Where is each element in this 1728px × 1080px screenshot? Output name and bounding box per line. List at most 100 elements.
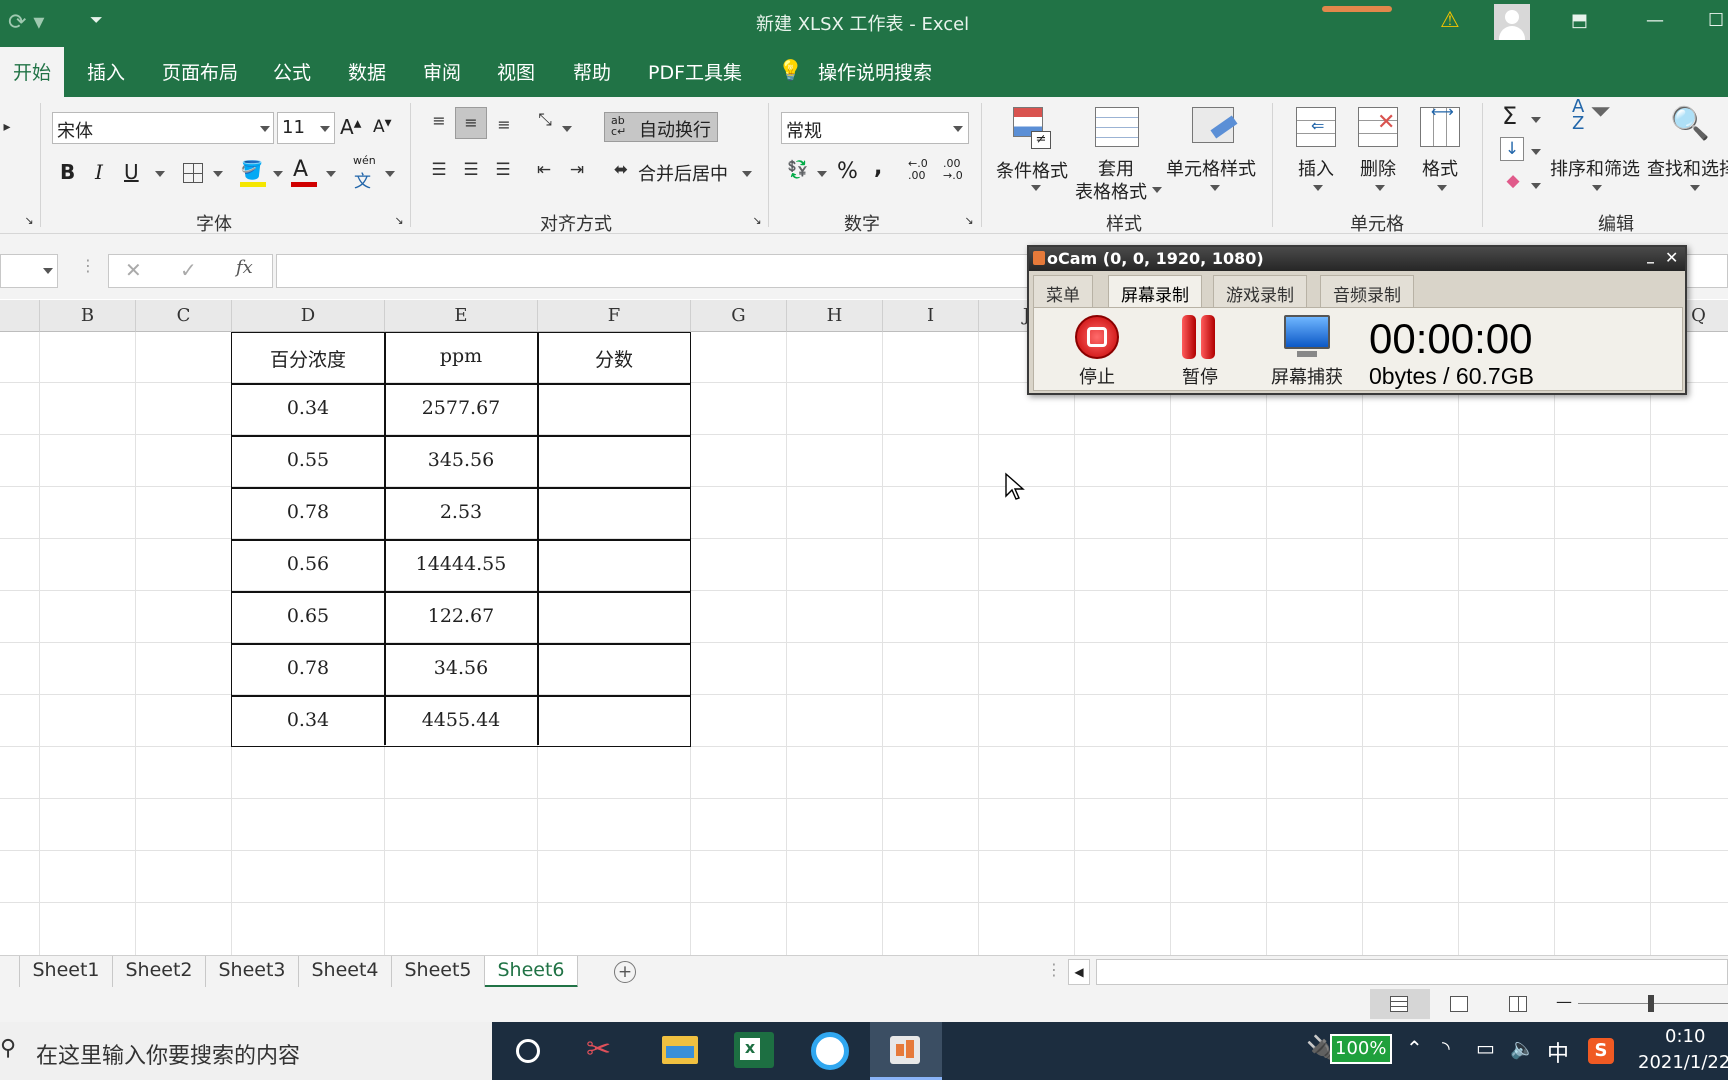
tab-view[interactable]: 视图 bbox=[497, 58, 535, 85]
ocam-tab-menu[interactable]: 菜单 bbox=[1033, 275, 1093, 307]
col-header-d[interactable]: D bbox=[232, 300, 385, 332]
col-header-f[interactable]: F bbox=[538, 300, 691, 332]
sheet-tab-4[interactable]: Sheet4 bbox=[299, 956, 392, 988]
cell-d-2[interactable]: 0.78 bbox=[232, 501, 384, 523]
ocam-window[interactable]: oCam (0, 0, 1920, 1080) _ ✕ 菜单 屏幕录制 游戏录制… bbox=[1027, 245, 1687, 395]
cell-e-5[interactable]: 34.56 bbox=[385, 657, 537, 679]
conditional-format-icon[interactable]: ≠ bbox=[1013, 107, 1053, 151]
customize-qat-icon[interactable]: ⏷ bbox=[90, 10, 103, 30]
ocam-close-icon[interactable]: ✕ bbox=[1665, 248, 1678, 267]
sheet-tab-5[interactable]: Sheet5 bbox=[392, 956, 485, 988]
sheet-tab-6[interactable]: Sheet6 bbox=[485, 956, 578, 988]
ribbon-display-icon[interactable]: ⬒ bbox=[1571, 10, 1588, 31]
add-sheet-icon[interactable]: + bbox=[614, 961, 636, 983]
battery-indicator[interactable]: 100% bbox=[1330, 1034, 1392, 1064]
accounting-format-icon[interactable]: 💱 bbox=[785, 159, 811, 181]
font-color-icon[interactable]: A bbox=[293, 157, 308, 182]
col-header-b[interactable]: B bbox=[40, 300, 136, 332]
battery-icon[interactable]: ▭ bbox=[1476, 1036, 1495, 1060]
align-right-icon[interactable]: ☰ bbox=[491, 159, 515, 181]
header-percent[interactable]: 百分浓度 bbox=[232, 345, 384, 372]
zoom-out-icon[interactable]: — bbox=[1556, 992, 1572, 1011]
format-cells-button[interactable]: 格式 bbox=[1422, 155, 1458, 181]
sheet-tab-3[interactable]: Sheet3 bbox=[206, 956, 299, 988]
cell-d-4[interactable]: 0.65 bbox=[232, 605, 384, 627]
ime-indicator[interactable]: 中 bbox=[1547, 1036, 1569, 1068]
tab-formulas[interactable]: 公式 bbox=[273, 58, 311, 85]
tab-home[interactable]: 开始 bbox=[0, 47, 65, 97]
ocam-taskbar-item[interactable] bbox=[870, 1022, 942, 1080]
restore-icon[interactable]: ☐ bbox=[1708, 10, 1724, 31]
delete-cells-button[interactable]: 删除 bbox=[1360, 155, 1396, 181]
decrease-indent-icon[interactable]: ⇤ bbox=[532, 159, 556, 181]
zoom-slider-thumb[interactable] bbox=[1648, 995, 1654, 1012]
increase-indent-icon[interactable]: ⇥ bbox=[565, 159, 589, 181]
page-break-view-icon[interactable] bbox=[1509, 996, 1527, 1012]
clipboard-icon[interactable]: ▸ bbox=[0, 117, 14, 137]
minimize-icon[interactable]: — bbox=[1646, 10, 1664, 31]
tab-insert[interactable]: 插入 bbox=[87, 58, 125, 85]
ocam-minimize-icon[interactable]: _ bbox=[1647, 248, 1654, 264]
page-layout-view-icon[interactable] bbox=[1450, 996, 1468, 1012]
tab-help[interactable]: 帮助 bbox=[573, 58, 611, 85]
wrap-text-button[interactable]: ab c↵ 自动换行 bbox=[604, 112, 718, 142]
grow-font-icon[interactable]: A▲ bbox=[340, 115, 361, 139]
insert-function-icon[interactable]: fx bbox=[236, 257, 253, 278]
scroll-left-icon[interactable]: ◀ bbox=[1068, 959, 1090, 985]
header-ppm[interactable]: ppm bbox=[385, 345, 537, 367]
ocam-capture-button[interactable]: 屏幕捕获 bbox=[1271, 363, 1343, 389]
cell-d-3[interactable]: 0.56 bbox=[232, 553, 384, 575]
taskbar-search-box[interactable]: ⚲ 在这里输入你要搜索的内容 bbox=[0, 1022, 492, 1080]
format-as-table-button[interactable]: 表格格式 bbox=[1075, 178, 1147, 204]
comma-button[interactable]: , bbox=[874, 155, 882, 180]
volume-icon[interactable]: 🔈 bbox=[1510, 1036, 1535, 1060]
autosum-icon[interactable]: Σ bbox=[1502, 102, 1517, 130]
normal-view-icon[interactable] bbox=[1370, 989, 1430, 1019]
cell-e-0[interactable]: 2577.67 bbox=[385, 397, 537, 419]
borders-icon[interactable] bbox=[183, 163, 203, 183]
sort-filter-icon[interactable]: A Z ⏷ bbox=[1572, 98, 1611, 133]
header-fraction[interactable]: 分数 bbox=[538, 345, 690, 372]
chevron-up-icon[interactable]: ⌃ bbox=[1406, 1036, 1423, 1060]
format-as-table-icon[interactable] bbox=[1095, 107, 1139, 147]
col-header-i[interactable]: I bbox=[883, 300, 979, 332]
italic-button[interactable]: I bbox=[95, 160, 103, 184]
insert-cells-icon[interactable]: ⇐ bbox=[1296, 107, 1336, 147]
browser-icon[interactable] bbox=[811, 1032, 849, 1070]
col-header-e[interactable]: E bbox=[385, 300, 538, 332]
font-dialog-launcher-icon[interactable]: ↘ bbox=[392, 213, 406, 227]
phonetic-icon[interactable]: 文 bbox=[354, 167, 371, 192]
merge-icon[interactable]: ⬌ bbox=[609, 159, 633, 181]
orientation-icon[interactable]: ⤡ bbox=[533, 109, 557, 131]
align-middle-button[interactable]: ≡ bbox=[455, 107, 487, 139]
warning-icon[interactable]: ⚠ bbox=[1440, 8, 1460, 33]
snipping-tool-icon[interactable]: ✂ bbox=[586, 1032, 611, 1067]
ocam-capture-icon[interactable] bbox=[1284, 315, 1330, 349]
ocam-tab-screen-record[interactable]: 屏幕录制 bbox=[1108, 275, 1202, 307]
cell-d-0[interactable]: 0.34 bbox=[232, 397, 384, 419]
cell-d-6[interactable]: 0.34 bbox=[232, 709, 384, 731]
sort-filter-button[interactable]: 排序和筛选 bbox=[1550, 155, 1640, 181]
conditional-format-button[interactable]: 条件格式 bbox=[996, 157, 1068, 183]
ocam-pause-icon[interactable] bbox=[1182, 315, 1196, 359]
sheet-tab-1[interactable]: Sheet1 bbox=[20, 956, 113, 988]
worksheet-grid[interactable]: B C D E F G H I J Q 百分浓度 ppm 分数 0.34 257… bbox=[0, 300, 1728, 955]
number-dialog-launcher-icon[interactable]: ↘ bbox=[962, 213, 976, 227]
cell-styles-button[interactable]: 单元格样式 bbox=[1166, 155, 1256, 181]
number-format-select[interactable]: 常规 bbox=[781, 112, 969, 144]
decrease-decimal-icon[interactable]: .00 →.0 bbox=[943, 158, 963, 182]
redo-icon[interactable]: ⟳ ▾ bbox=[8, 10, 44, 35]
tab-data[interactable]: 数据 bbox=[348, 58, 386, 85]
sheet-tab-2[interactable]: Sheet2 bbox=[113, 956, 206, 988]
cell-e-4[interactable]: 122.67 bbox=[385, 605, 537, 627]
tab-split-grip[interactable]: ⋮ bbox=[1046, 960, 1062, 979]
tab-page-layout[interactable]: 页面布局 bbox=[162, 58, 238, 85]
ocam-stop-button[interactable]: 停止 bbox=[1079, 363, 1115, 389]
cell-e-2[interactable]: 2.53 bbox=[385, 501, 537, 523]
cell-e-3[interactable]: 14444.55 bbox=[385, 553, 537, 575]
tab-review[interactable]: 审阅 bbox=[423, 58, 461, 85]
excel-taskbar-icon[interactable]: x bbox=[734, 1032, 774, 1068]
align-left-icon[interactable]: ☰ bbox=[427, 159, 451, 181]
shrink-font-icon[interactable]: A▼ bbox=[373, 117, 392, 137]
select-all-corner[interactable] bbox=[0, 300, 40, 332]
